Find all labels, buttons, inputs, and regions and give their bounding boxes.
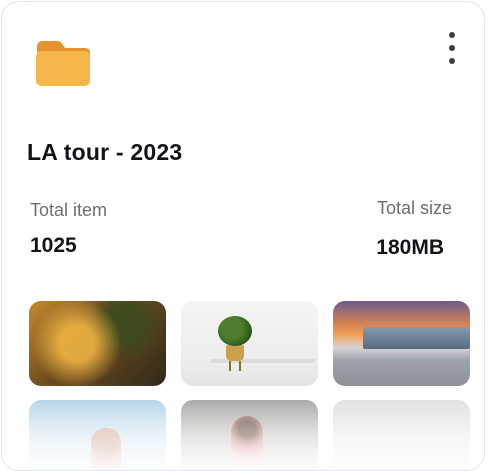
- folder-card[interactable]: LA tour - 2023 Total item 1025 Total siz…: [1, 1, 485, 471]
- photo-thumbnail[interactable]: [29, 400, 166, 470]
- total-item-value: 1025: [30, 234, 77, 257]
- more-vertical-icon[interactable]: [442, 30, 462, 66]
- folder-icon: [36, 41, 90, 86]
- photo-thumbnail[interactable]: [333, 301, 470, 386]
- total-size-value: 180MB: [376, 236, 444, 259]
- photo-thumbnail[interactable]: [333, 400, 470, 470]
- total-size-label: Total size: [376, 198, 452, 218]
- photo-thumbnail[interactable]: [29, 301, 166, 386]
- photo-thumbnail[interactable]: [181, 400, 318, 470]
- photo-thumbnail[interactable]: [181, 301, 318, 386]
- folder-title: LA tour - 2023: [27, 139, 183, 165]
- total-item-label: Total item: [30, 200, 108, 220]
